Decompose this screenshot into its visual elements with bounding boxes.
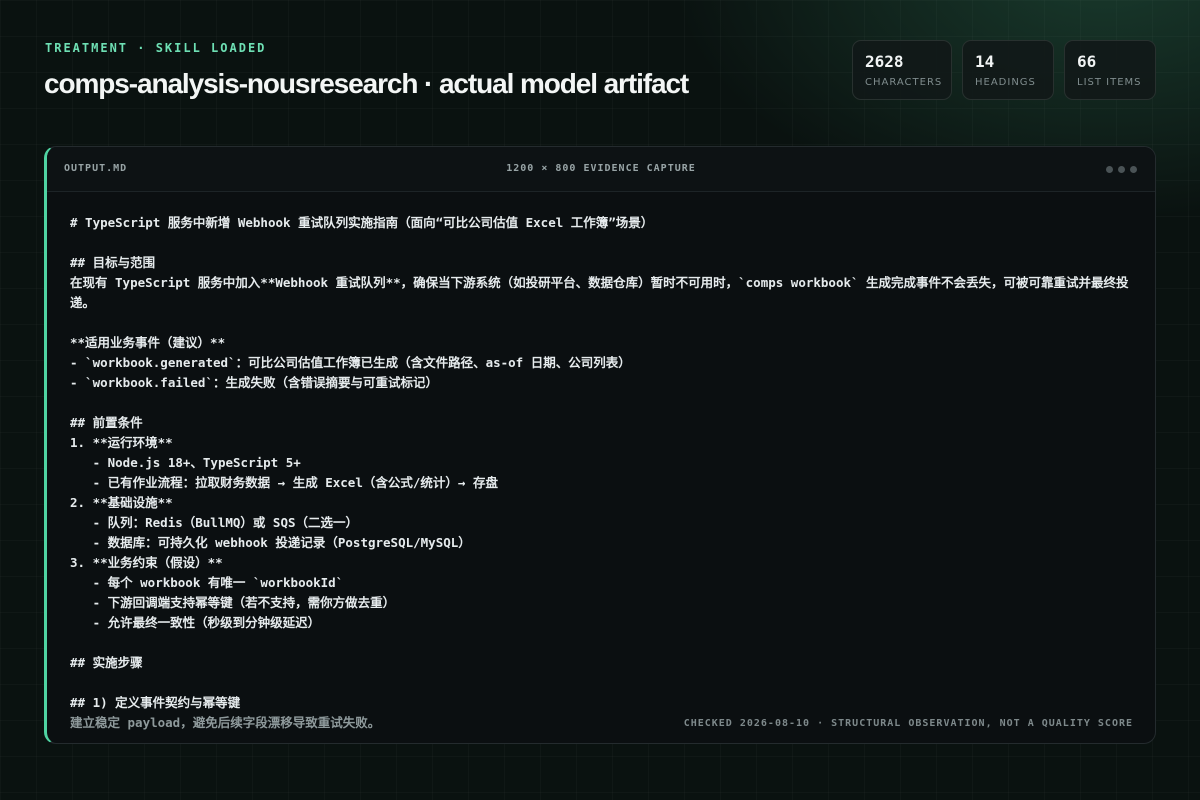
panel-caption: 1200 × 800 EVIDENCE CAPTURE	[506, 163, 696, 174]
dot-icon	[1118, 166, 1125, 173]
doc-line: 1. **运行环境**	[70, 435, 173, 450]
doc-line	[70, 393, 1133, 413]
doc-line	[70, 673, 1133, 693]
stat-card-characters: 2628 CHARACTERS	[852, 40, 952, 100]
doc-line	[70, 233, 1133, 253]
dot-icon	[1106, 166, 1113, 173]
doc-line: ## 前置条件	[70, 415, 143, 430]
doc-line	[70, 313, 1133, 333]
doc-line: ## 目标与范围	[70, 255, 156, 270]
doc-line	[70, 633, 1133, 653]
doc-line: - 队列：Redis（BullMQ）或 SQS（二选一）	[70, 515, 359, 530]
panel-footer-note: CHECKED 2026-08-10 · STRUCTURAL OBSERVAT…	[683, 718, 1133, 729]
stat-value: 2628	[865, 52, 904, 71]
stat-value: 66	[1077, 52, 1097, 71]
output-document-panel: OUTPUT.MD 1200 × 800 EVIDENCE CAPTURE # …	[44, 146, 1156, 744]
doc-line: ## 实施步骤	[70, 655, 143, 670]
doc-line: 2. **基础设施**	[70, 495, 173, 510]
stat-card-list-items: 66 LIST ITEMS	[1064, 40, 1156, 100]
eyebrow-label: TREATMENT · SKILL LOADED	[45, 41, 267, 55]
panel-header: OUTPUT.MD 1200 × 800 EVIDENCE CAPTURE	[47, 147, 1155, 192]
stat-label: HEADINGS	[975, 77, 1036, 88]
doc-line: 在现有 TypeScript 服务中加入**Webhook 重试队列**，确保当…	[70, 275, 1129, 310]
doc-line: - 已有作业流程：拉取财务数据 → 生成 Excel（含公式/统计）→ 存盘	[70, 475, 498, 490]
markdown-content: # TypeScript 服务中新增 Webhook 重试队列实施指南（面向“可…	[70, 213, 1133, 733]
doc-line: **适用业务事件（建议）**	[70, 335, 226, 350]
doc-line: # TypeScript 服务中新增 Webhook 重试队列实施指南（面向“可…	[70, 215, 654, 230]
doc-line: - 允许最终一致性（秒级到分钟级延迟）	[70, 615, 321, 630]
stat-label: CHARACTERS	[865, 77, 943, 88]
doc-line: - 每个 workbook 有唯一 `workbookId`	[70, 575, 344, 590]
stat-card-headings: 14 HEADINGS	[962, 40, 1054, 100]
doc-line: - 下游回调端支持幂等键（若不支持，需你方做去重）	[70, 595, 396, 610]
dot-icon	[1130, 166, 1137, 173]
window-dots-icon	[1106, 166, 1137, 173]
doc-line: 3. **业务约束（假设）**	[70, 555, 223, 570]
page-title: comps-analysis-nousresearch · actual mod…	[44, 68, 689, 99]
stat-label: LIST ITEMS	[1077, 77, 1142, 88]
doc-line: - `workbook.generated`：可比公司估值工作簿已生成（含文件路…	[70, 355, 631, 370]
doc-line: ## 1) 定义事件契约与幂等键	[70, 695, 241, 710]
doc-line: - Node.js 18+、TypeScript 5+	[70, 455, 301, 470]
doc-line: - 数据库：可持久化 webhook 投递记录（PostgreSQL/MySQL…	[70, 535, 471, 550]
stat-cards: 2628 CHARACTERS 14 HEADINGS 66 LIST ITEM…	[852, 40, 1156, 100]
stat-value: 14	[975, 52, 995, 71]
doc-line: - `workbook.failed`：生成失败（含错误摘要与可重试标记）	[70, 375, 438, 390]
